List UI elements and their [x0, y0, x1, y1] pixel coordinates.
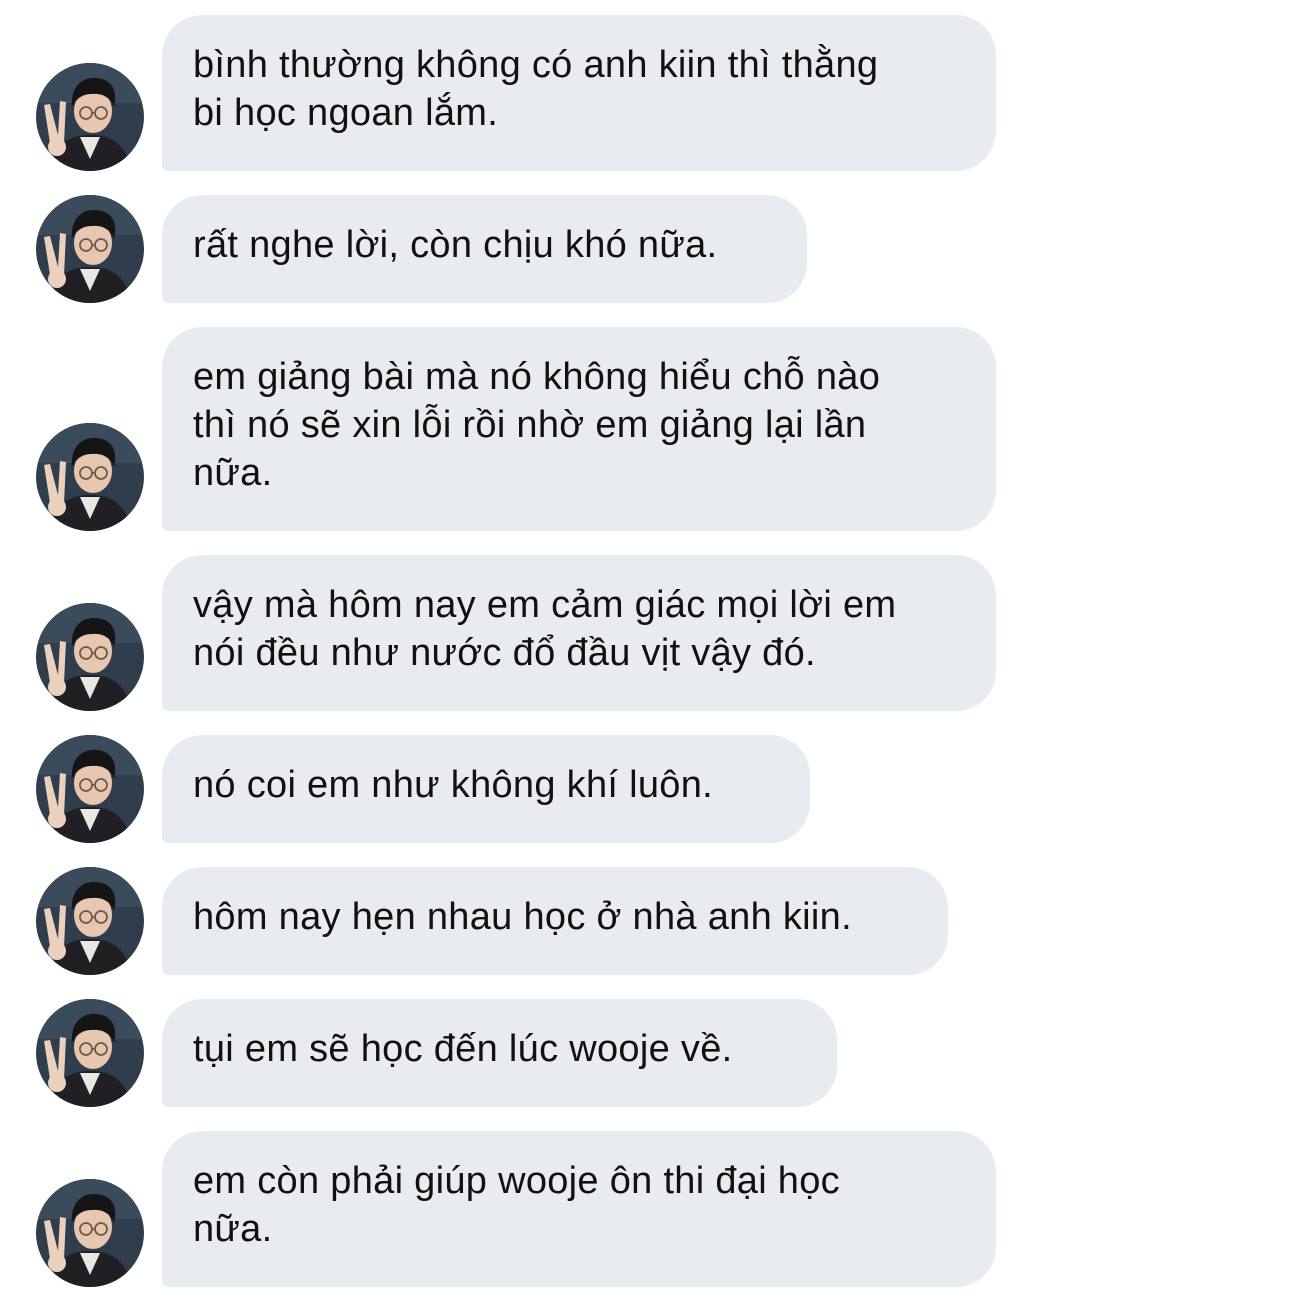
avatar-photo-icon	[36, 867, 144, 975]
message-row: hôm nay hẹn nhau học ở nhà anh kiin.	[0, 867, 1290, 975]
avatar[interactable]	[36, 63, 144, 171]
message-bubble: rất nghe lời, còn chịu khó nữa.	[162, 195, 807, 303]
message-row: rất nghe lời, còn chịu khó nữa.	[0, 195, 1290, 303]
message-row: em giảng bài mà nó không hiểu chỗ nào th…	[0, 327, 1290, 531]
message-bubble: em còn phải giúp wooje ôn thi đại học nữ…	[162, 1131, 996, 1287]
avatar-photo-icon	[36, 423, 144, 531]
message-row: bình thường không có anh kiin thì thằng …	[0, 15, 1290, 171]
avatar[interactable]	[36, 1179, 144, 1287]
avatar-photo-icon	[36, 195, 144, 303]
message-thread: bình thường không có anh kiin thì thằng …	[0, 0, 1290, 1303]
message-row: tụi em sẽ học đến lúc wooje về.	[0, 999, 1290, 1107]
avatar[interactable]	[36, 999, 144, 1107]
avatar[interactable]	[36, 195, 144, 303]
message-bubble: bình thường không có anh kiin thì thằng …	[162, 15, 996, 171]
avatar[interactable]	[36, 867, 144, 975]
message-bubble: em giảng bài mà nó không hiểu chỗ nào th…	[162, 327, 996, 531]
message-row: em còn phải giúp wooje ôn thi đại học nữ…	[0, 1131, 1290, 1287]
message-row: vậy mà hôm nay em cảm giác mọi lời em nó…	[0, 555, 1290, 711]
message-bubble: tụi em sẽ học đến lúc wooje về.	[162, 999, 837, 1107]
avatar-photo-icon	[36, 735, 144, 843]
avatar-photo-icon	[36, 603, 144, 711]
message-bubble: vậy mà hôm nay em cảm giác mọi lời em nó…	[162, 555, 996, 711]
avatar[interactable]	[36, 423, 144, 531]
avatar-photo-icon	[36, 1179, 144, 1287]
avatar[interactable]	[36, 735, 144, 843]
avatar[interactable]	[36, 603, 144, 711]
message-bubble: nó coi em như không khí luôn.	[162, 735, 810, 843]
avatar-photo-icon	[36, 63, 144, 171]
message-row: nó coi em như không khí luôn.	[0, 735, 1290, 843]
message-bubble: hôm nay hẹn nhau học ở nhà anh kiin.	[162, 867, 948, 975]
avatar-photo-icon	[36, 999, 144, 1107]
